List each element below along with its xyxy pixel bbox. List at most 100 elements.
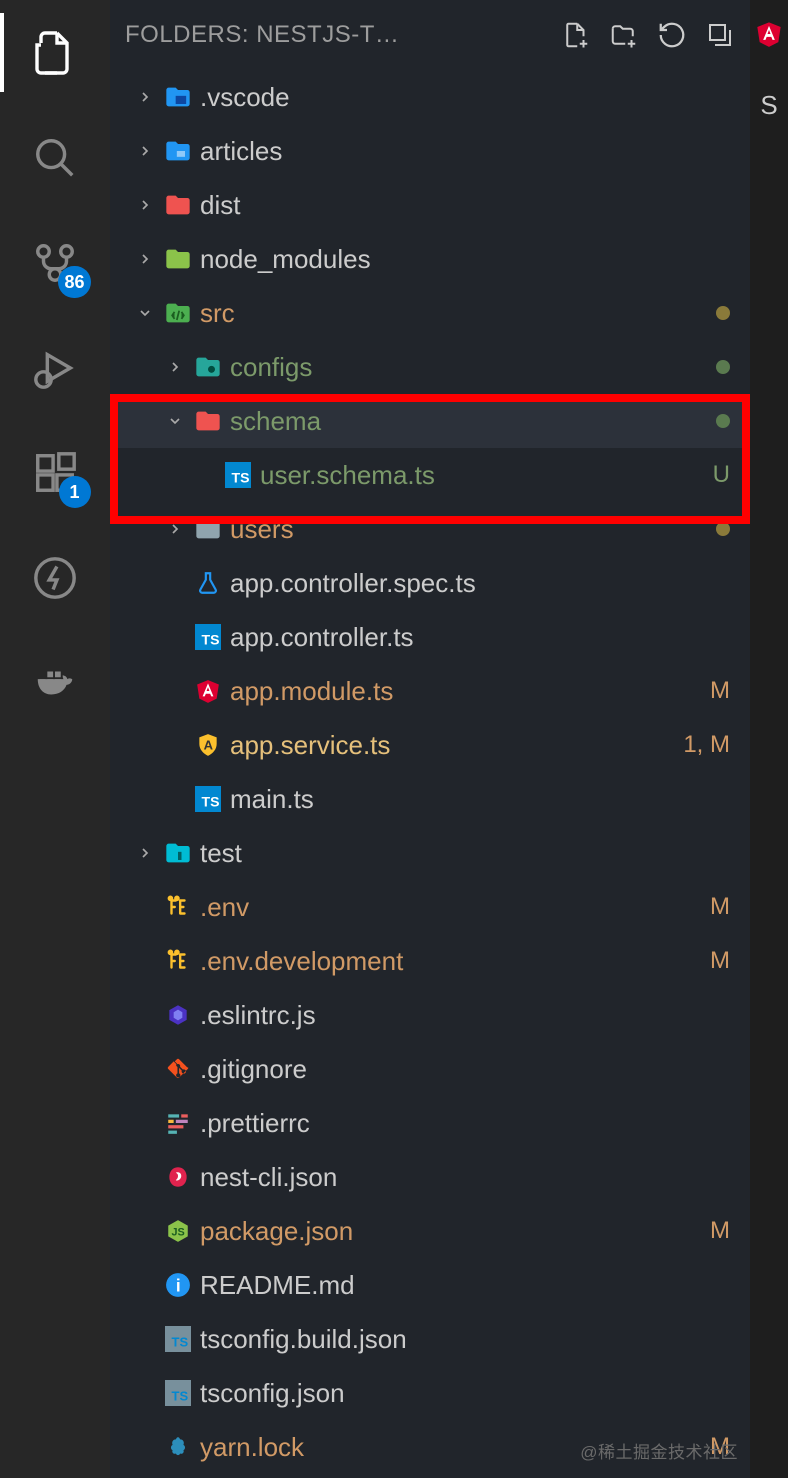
chevron-icon	[130, 845, 160, 861]
explorer-header: FOLDERS: NESTJS-T…	[110, 0, 750, 70]
file-icon	[190, 515, 226, 543]
svg-text:JS: JS	[172, 1226, 185, 1238]
item-label: nest-cli.json	[200, 1162, 730, 1193]
item-label: package.json	[200, 1216, 710, 1247]
extensions-badge: 1	[59, 476, 91, 508]
git-status-dot	[716, 306, 730, 320]
git-status: M	[710, 1217, 730, 1245]
refresh-icon[interactable]	[657, 20, 687, 50]
file-icon	[160, 1110, 196, 1136]
explorer-tab[interactable]	[28, 25, 83, 80]
git-status: M	[710, 677, 730, 705]
item-label: .gitignore	[200, 1054, 730, 1085]
git-status: U	[713, 461, 730, 489]
new-file-icon[interactable]	[561, 20, 591, 50]
explorer-panel: FOLDERS: NESTJS-T… .vscode articles dist no…	[110, 0, 750, 1478]
activity-bar: 86 1	[0, 0, 110, 1478]
item-label: tsconfig.json	[200, 1378, 730, 1409]
file-icon	[160, 83, 196, 111]
file-icon: TS	[190, 786, 226, 812]
tree-item[interactable]: TSmain.ts	[110, 772, 750, 826]
item-label: .prettierrc	[200, 1108, 730, 1139]
git-status: M	[710, 893, 730, 921]
chevron-icon	[160, 359, 190, 375]
item-label: users	[230, 514, 716, 545]
tree-item[interactable]: .vscode	[110, 70, 750, 124]
svg-text:i: i	[176, 1276, 181, 1296]
collapse-icon[interactable]	[705, 20, 735, 50]
file-icon	[190, 353, 226, 381]
item-label: app.controller.spec.ts	[230, 568, 730, 599]
item-label: dist	[200, 190, 730, 221]
tree-item[interactable]: articles	[110, 124, 750, 178]
search-tab[interactable]	[28, 130, 83, 185]
item-label: app.module.ts	[230, 676, 710, 707]
scm-tab[interactable]: 86	[28, 235, 83, 290]
svg-text:TS: TS	[172, 1335, 189, 1350]
chevron-icon	[130, 143, 160, 159]
file-icon: TS	[160, 1380, 196, 1406]
file-icon: A	[190, 732, 226, 758]
item-label: src	[200, 298, 716, 329]
tree-item[interactable]: TSapp.controller.ts	[110, 610, 750, 664]
file-icon	[160, 137, 196, 165]
angular-icon	[755, 20, 783, 48]
tree-item[interactable]: TS tsconfig.build.json	[110, 1312, 750, 1366]
peek-char: S	[760, 90, 777, 121]
tree-item[interactable]: test	[110, 826, 750, 880]
file-icon: TS	[160, 1326, 196, 1352]
file-icon	[160, 1002, 196, 1028]
tree-item[interactable]: iREADME.md	[110, 1258, 750, 1312]
file-icon: TS	[190, 624, 226, 650]
tree-item[interactable]: .gitignore	[110, 1042, 750, 1096]
svg-text:TS: TS	[232, 470, 250, 486]
item-label: main.ts	[230, 784, 730, 815]
tree-item[interactable]: nest-cli.json	[110, 1150, 750, 1204]
git-status-dot	[716, 522, 730, 536]
file-icon	[190, 407, 226, 435]
chevron-icon	[160, 521, 190, 537]
tree-item[interactable]: users	[110, 502, 750, 556]
file-icon	[160, 299, 196, 327]
tree-item[interactable]: .eslintrc.js	[110, 988, 750, 1042]
git-status: M	[710, 947, 730, 975]
git-status-dot	[716, 360, 730, 374]
file-icon	[160, 948, 196, 974]
tree-item[interactable]: src	[110, 286, 750, 340]
tree-item[interactable]: TS user.schema.tsU	[110, 448, 750, 502]
file-tree[interactable]: .vscode articles dist node_modulessrc config…	[110, 70, 750, 1478]
tree-item[interactable]: .prettierrc	[110, 1096, 750, 1150]
item-label: schema	[230, 406, 716, 437]
file-icon	[160, 245, 196, 273]
docker-tab[interactable]	[28, 655, 83, 710]
chevron-icon	[130, 251, 160, 267]
extensions-tab[interactable]: 1	[28, 445, 83, 500]
tree-item[interactable]: schema	[110, 394, 750, 448]
svg-text:A: A	[204, 737, 214, 752]
chevron-icon	[130, 305, 160, 321]
tree-item[interactable]: TStsconfig.json	[110, 1366, 750, 1420]
chevron-icon	[130, 89, 160, 105]
tree-item[interactable]: app.module.tsM	[110, 664, 750, 718]
new-folder-icon[interactable]	[609, 20, 639, 50]
item-label: tsconfig.build.json	[200, 1324, 730, 1355]
file-icon: JS	[160, 1218, 196, 1244]
tree-item[interactable]: JS package.jsonM	[110, 1204, 750, 1258]
tree-item[interactable]: Aapp.service.ts1, M	[110, 718, 750, 772]
git-status-dot	[716, 414, 730, 428]
file-icon: TS	[220, 462, 256, 488]
tree-item[interactable]: configs	[110, 340, 750, 394]
thunder-tab[interactable]	[28, 550, 83, 605]
tree-item[interactable]: app.controller.spec.ts	[110, 556, 750, 610]
debug-tab[interactable]	[28, 340, 83, 395]
svg-text:TS: TS	[202, 632, 220, 648]
watermark: @稀土掘金技术社区	[580, 1438, 738, 1463]
tree-item[interactable]: dist	[110, 178, 750, 232]
file-icon	[190, 678, 226, 704]
tree-item[interactable]: .env.developmentM	[110, 934, 750, 988]
item-label: user.schema.ts	[260, 460, 713, 491]
tree-item[interactable]: .envM	[110, 880, 750, 934]
tree-item[interactable]: node_modules	[110, 232, 750, 286]
item-label: .env.development	[200, 946, 710, 977]
item-label: .vscode	[200, 82, 730, 113]
